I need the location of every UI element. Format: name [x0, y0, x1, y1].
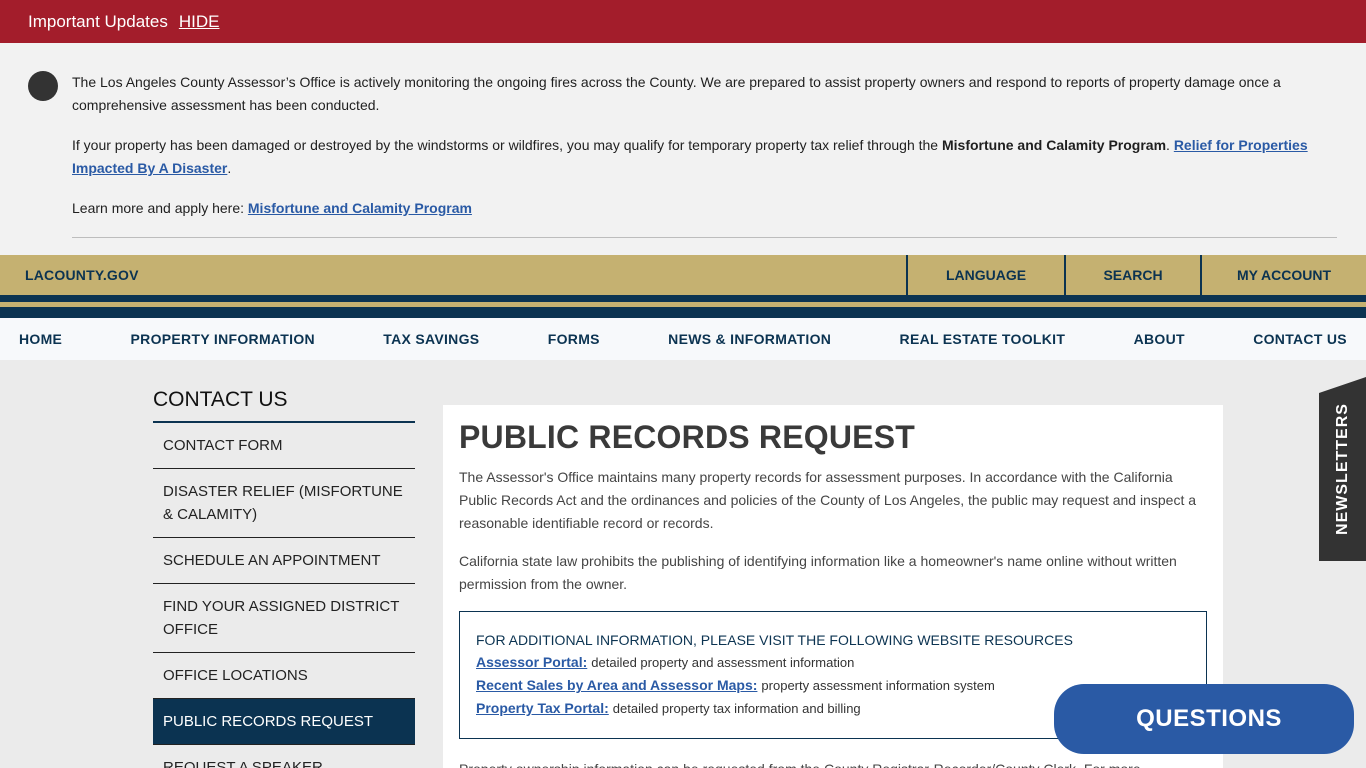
alert-text: The Los Angeles County Assessor’s Office… — [72, 71, 1312, 237]
property-tax-portal-link[interactable]: Property Tax Portal: — [476, 700, 609, 716]
hide-alert-link[interactable]: HIDE — [179, 12, 220, 32]
intro-paragraph: The Assessor's Office maintains many pro… — [459, 469, 1197, 531]
resources-heading: FOR ADDITIONAL INFORMATION, PLEASE VISIT… — [476, 632, 1073, 648]
privacy-paragraph: California state law prohibits the publi… — [459, 553, 1177, 592]
misfortune-program-link[interactable]: Misfortune and Calamity Program — [248, 200, 472, 216]
info-icon — [28, 71, 58, 101]
header-stripes — [0, 295, 1366, 318]
sidebar-item-contact-form[interactable]: CONTACT FORM — [153, 423, 415, 469]
alert-paragraph-2: If your property has been damaged or des… — [72, 134, 1312, 180]
alert-p2-text: If your property has been damaged or des… — [72, 137, 942, 153]
nav-tax-savings[interactable]: TAX SAVINGS — [383, 331, 479, 347]
alert-p2-sep: . — [1166, 137, 1174, 153]
resource-desc: detailed property and assessment informa… — [591, 655, 855, 670]
nav-forms[interactable]: FORMS — [548, 331, 600, 347]
alert-paragraph-1: The Los Angeles County Assessor’s Office… — [72, 74, 1281, 113]
resource-desc: detailed property tax information and bi… — [612, 701, 861, 716]
search-menu[interactable]: SEARCH — [1064, 255, 1200, 295]
nav-real-estate-toolkit[interactable]: REAL ESTATE TOOLKIT — [900, 331, 1066, 347]
newsletters-tab[interactable]: NEWSLETTERS — [1319, 377, 1366, 561]
newsletters-label: NEWSLETTERS — [1333, 403, 1351, 535]
nav-about[interactable]: ABOUT — [1134, 331, 1185, 347]
questions-button[interactable]: QUESTIONS — [1054, 684, 1354, 754]
sidebar-item-request-speaker[interactable]: REQUEST A SPEAKER — [153, 745, 415, 768]
lacounty-link[interactable]: LACOUNTY.GOV — [0, 255, 906, 295]
nav-news-information[interactable]: NEWS & INFORMATION — [668, 331, 831, 347]
page-title: PUBLIC RECORDS REQUEST — [459, 419, 915, 455]
alert-paragraph-3: Learn more and apply here: Misfortune an… — [72, 197, 1312, 220]
nav-property-information[interactable]: PROPERTY INFORMATION — [131, 331, 315, 347]
alert-divider — [72, 237, 1337, 238]
sidebar-item-find-district-office[interactable]: FIND YOUR ASSIGNED DISTRICT OFFICE — [153, 584, 415, 653]
resource-desc: property assessment information system — [761, 678, 995, 693]
recent-sales-link[interactable]: Recent Sales by Area and Assessor Maps: — [476, 677, 757, 693]
sidebar-title: CONTACT US — [153, 388, 415, 423]
nav-contact-us[interactable]: CONTACT US — [1253, 331, 1347, 347]
utility-bar: LACOUNTY.GOV LANGUAGE SEARCH MY ACCOUNT — [0, 255, 1366, 295]
questions-label: QUESTIONS — [1136, 705, 1282, 732]
alert-p2-end: . — [227, 160, 232, 176]
important-updates-bar: Important Updates HIDE — [0, 0, 1366, 43]
alert-title: Important Updates — [28, 11, 168, 31]
main-nav: HOME PROPERTY INFORMATION TAX SAVINGS FO… — [0, 318, 1366, 360]
language-menu[interactable]: LANGUAGE — [906, 255, 1064, 295]
alert-p2-bold: Misfortune and Calamity Program — [941, 137, 1167, 153]
alert-p3-text: Learn more and apply here: — [72, 200, 248, 216]
sidebar-item-office-locations[interactable]: OFFICE LOCATIONS — [153, 653, 415, 699]
sidebar: CONTACT US CONTACT FORM DISASTER RELIEF … — [153, 388, 415, 768]
my-account-menu[interactable]: MY ACCOUNT — [1200, 255, 1366, 295]
ownership-paragraph: Property ownership information can be re… — [459, 758, 1207, 768]
sidebar-item-public-records-request[interactable]: PUBLIC RECORDS REQUEST — [153, 699, 415, 745]
resource-row: Assessor Portal: detailed property and as… — [476, 651, 1190, 674]
sidebar-item-disaster-relief[interactable]: DISASTER RELIEF (MISFORTUNE & CALAMITY) — [153, 469, 415, 538]
nav-home[interactable]: HOME — [19, 331, 62, 347]
assessor-portal-link[interactable]: Assessor Portal: — [476, 654, 587, 670]
sidebar-item-schedule-appointment[interactable]: SCHEDULE AN APPOINTMENT — [153, 538, 415, 584]
alert-body: The Los Angeles County Assessor’s Office… — [0, 43, 1366, 255]
